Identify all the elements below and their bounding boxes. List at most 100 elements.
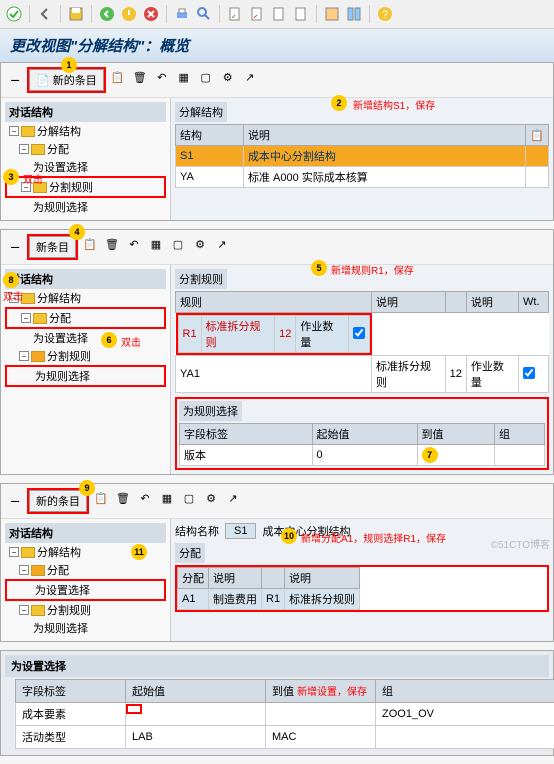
- table-row[interactable]: S1成本中心分割结构: [176, 146, 549, 167]
- help-icon[interactable]: ?: [375, 4, 395, 24]
- col-struct[interactable]: 结构: [176, 125, 244, 146]
- col-desc[interactable]: 说明: [243, 125, 525, 146]
- right-pane-1: 分解结构 2 新增结构S1，保存 结构说明📋 S1成本中心分割结构 YA标准 A…: [171, 98, 553, 220]
- new-entry-button[interactable]: 新条目: [29, 236, 76, 258]
- group-label: 分割规则: [175, 269, 227, 289]
- col-wt[interactable]: Wt.: [519, 292, 549, 313]
- main-toolbar: ?: [0, 0, 554, 29]
- marker-10: 10: [281, 528, 297, 544]
- config-icon[interactable]: ⚙: [201, 488, 221, 508]
- col-to[interactable]: 到值 新增设置，保存: [266, 680, 376, 703]
- table-row[interactable]: YA1标准拆分规则12作业数量: [176, 356, 549, 393]
- tree-1: 对话结构 −分解结构 −分配 为设置选择 −分割规则 为规则选择 3 双击: [1, 98, 171, 220]
- note-10: 新增分配A1，规则选择R1，保存: [301, 530, 446, 545]
- tree-node-setting[interactable]: 为设置选择: [5, 579, 166, 601]
- table-row[interactable]: A1制造费用R1标准拆分规则: [178, 589, 360, 610]
- tree-node-setting[interactable]: 为设置选择: [5, 329, 166, 347]
- table-row[interactable]: R1标准拆分规则12作业数量: [176, 313, 372, 355]
- tree-node-splitrule[interactable]: −分割规则: [5, 347, 166, 365]
- deselect-icon[interactable]: ▢: [179, 488, 199, 508]
- tree-node-root[interactable]: −分解结构: [5, 122, 166, 140]
- export-icon[interactable]: ↗: [212, 234, 232, 254]
- export-icon[interactable]: ↗: [223, 488, 243, 508]
- col-desc[interactable]: 说明: [209, 568, 262, 589]
- table-row[interactable]: 活动类型 LAB MAC: [16, 726, 554, 749]
- print-icon[interactable]: [172, 4, 192, 24]
- struct-name-label: 结构名称: [175, 523, 219, 539]
- new-entry-button[interactable]: 新的条目: [29, 490, 87, 512]
- sub-toolbar-3: ⚊ 新的条目 9 📋 🗑 ↶ ▦ ▢ ⚙ ↗: [1, 484, 553, 519]
- find-icon[interactable]: [194, 4, 214, 24]
- select-icon[interactable]: ▦: [157, 488, 177, 508]
- col-desc[interactable]: 说明: [372, 292, 446, 313]
- layout1-icon[interactable]: [322, 4, 342, 24]
- rulesel-table: 字段标签起始值到值组 版本07: [179, 423, 545, 466]
- copy-icon[interactable]: 📋: [108, 67, 128, 87]
- col-c3[interactable]: [262, 568, 285, 589]
- tree-node-alloc[interactable]: −分配: [5, 140, 166, 158]
- table-row[interactable]: 版本07: [180, 445, 545, 466]
- doc4-icon[interactable]: [291, 4, 311, 24]
- col-desc2[interactable]: 说明: [466, 292, 518, 313]
- export-icon[interactable]: ↗: [240, 67, 260, 87]
- col-grp[interactable]: 组: [495, 424, 545, 445]
- col-desc2[interactable]: 说明: [285, 568, 360, 589]
- select-icon[interactable]: ▦: [174, 67, 194, 87]
- doc2-icon[interactable]: [247, 4, 267, 24]
- delete-icon[interactable]: 🗑: [130, 67, 150, 87]
- back-green-icon[interactable]: [97, 4, 117, 24]
- layout2-icon[interactable]: [344, 4, 364, 24]
- watermark: ©51CTO博客: [491, 536, 550, 551]
- sub-toolbar-1: ⚊ 📄新的条目 1 📋 🗑 ↶ ▦ ▢ ⚙ ↗: [1, 63, 553, 98]
- undo-icon[interactable]: ↶: [135, 488, 155, 508]
- col-from[interactable]: 起始值: [126, 680, 266, 703]
- col-grp[interactable]: 组: [376, 680, 554, 703]
- col-to[interactable]: 到值: [417, 424, 495, 445]
- delete-icon[interactable]: 🗑: [102, 234, 122, 254]
- group-label: 分解结构: [175, 102, 227, 122]
- cancel-icon[interactable]: [141, 4, 161, 24]
- deselect-icon[interactable]: ▢: [168, 234, 188, 254]
- tree-node-root[interactable]: −分解结构: [5, 289, 166, 307]
- tree-node-alloc[interactable]: −分配: [5, 307, 166, 329]
- check-icon[interactable]: [4, 4, 24, 24]
- tree-node-alloc[interactable]: −分配: [5, 561, 166, 579]
- col-alloc[interactable]: 分配: [178, 568, 209, 589]
- col-field[interactable]: 字段标签: [180, 424, 313, 445]
- doc3-icon[interactable]: [269, 4, 289, 24]
- tree-node-rulesel[interactable]: 为规则选择: [5, 198, 166, 216]
- marker-8: 8: [3, 272, 19, 288]
- wt-checkbox[interactable]: [523, 367, 535, 379]
- config-icon[interactable]: ⚙: [190, 234, 210, 254]
- undo-icon[interactable]: ↶: [124, 234, 144, 254]
- config-icon[interactable]: ⚙: [218, 67, 238, 87]
- note-2: 新增结构S1，保存: [353, 97, 435, 112]
- tree-node-rulesel[interactable]: 为规则选择: [5, 365, 166, 387]
- undo-icon[interactable]: ↶: [152, 67, 172, 87]
- tree-node-rulesel[interactable]: 为规则选择: [5, 619, 166, 637]
- deselect-icon[interactable]: ▢: [196, 67, 216, 87]
- col-from[interactable]: 起始值: [312, 424, 417, 445]
- delete-icon[interactable]: 🗑: [113, 488, 133, 508]
- tree-2: 对话结构 −分解结构 −分配 8 双击 为设置选择 −分割规则 为规则选择 6 …: [1, 265, 171, 474]
- expand-icon[interactable]: ⚊: [5, 488, 25, 508]
- col-c3[interactable]: [445, 292, 466, 313]
- table-row[interactable]: YA标准 A000 实际成本核算: [176, 167, 549, 188]
- col-field[interactable]: 字段标签: [16, 680, 126, 703]
- wt-checkbox[interactable]: [353, 327, 365, 339]
- col-action[interactable]: 📋: [526, 125, 549, 146]
- expand-icon[interactable]: ⚊: [5, 67, 25, 87]
- back-icon[interactable]: [35, 4, 55, 24]
- page-title: 更改视图"分解结构"：概览: [0, 29, 554, 62]
- sub-toolbar-2: ⚊ 新条目 4 📋 🗑 ↶ ▦ ▢ ⚙ ↗: [1, 230, 553, 265]
- note-5: 新增规则R1，保存: [331, 262, 414, 277]
- expand-icon[interactable]: ⚊: [5, 234, 25, 254]
- table-row[interactable]: 成本要素 ZOO1_OV: [16, 703, 554, 726]
- col-rule[interactable]: 规则: [176, 292, 372, 313]
- select-icon[interactable]: ▦: [146, 234, 166, 254]
- doc1-icon[interactable]: [225, 4, 245, 24]
- save-icon[interactable]: [66, 4, 86, 24]
- exit-icon[interactable]: [119, 4, 139, 24]
- group-label: 分配: [175, 543, 205, 563]
- tree-node-splitrule[interactable]: −分割规则: [5, 601, 166, 619]
